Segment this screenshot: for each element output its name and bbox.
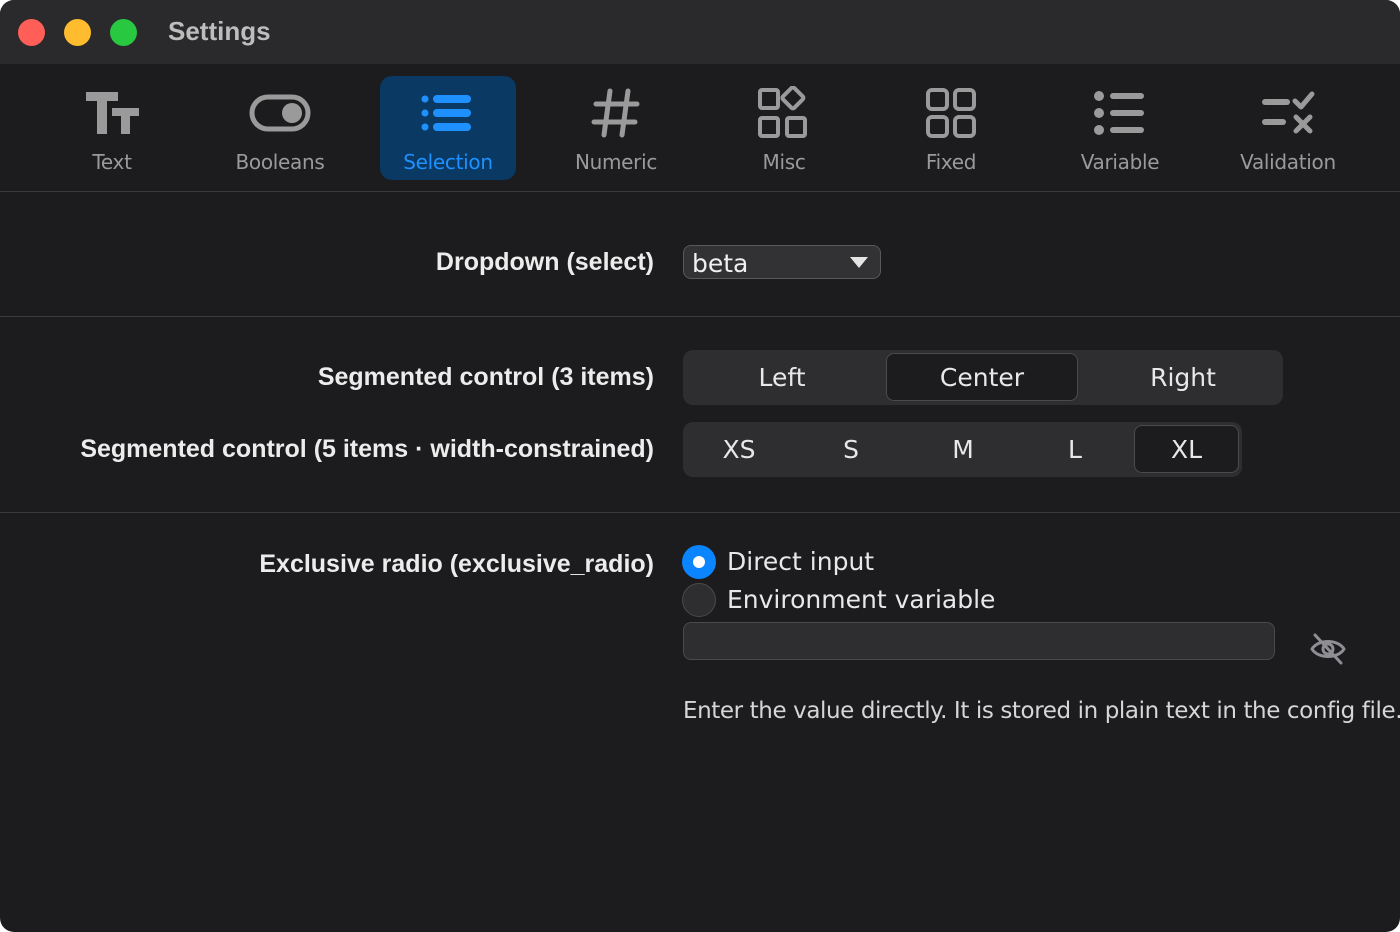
title-bar[interactable]: Settings bbox=[0, 0, 1400, 64]
dropdown-select[interactable]: beta bbox=[683, 245, 881, 279]
tab-booleans[interactable]: Booleans bbox=[212, 76, 348, 180]
hash-icon bbox=[548, 84, 684, 142]
window-title: Settings bbox=[168, 16, 271, 46]
toggle-icon bbox=[212, 84, 348, 142]
dropdown-value: beta bbox=[692, 249, 749, 278]
segment-xl[interactable]: XL bbox=[1134, 425, 1239, 473]
settings-window: Settings Text Booleans Selection Numeric… bbox=[0, 0, 1400, 932]
toolbar: Text Booleans Selection Numeric Misc Fix… bbox=[0, 64, 1400, 192]
tab-variable[interactable]: Variable bbox=[1052, 76, 1188, 180]
segment-left[interactable]: Left bbox=[686, 353, 878, 401]
segment-center[interactable]: Center bbox=[886, 353, 1078, 401]
segmented-control-3: Left Center Right bbox=[683, 350, 1283, 405]
radio-direct-input[interactable] bbox=[682, 545, 716, 579]
tab-selection[interactable]: Selection bbox=[380, 76, 516, 180]
text-format-icon bbox=[44, 84, 180, 142]
section-divider bbox=[0, 512, 1400, 513]
tab-label: Validation bbox=[1240, 150, 1336, 174]
eye-slash-icon[interactable] bbox=[1308, 631, 1348, 667]
segment-l[interactable]: L bbox=[1022, 425, 1128, 473]
tab-label: Misc bbox=[762, 150, 806, 174]
tab-label: Text bbox=[92, 150, 132, 174]
tab-text[interactable]: Text bbox=[44, 76, 180, 180]
segment-s[interactable]: S bbox=[798, 425, 904, 473]
grid-icon bbox=[883, 84, 1019, 142]
tab-label: Variable bbox=[1080, 150, 1160, 174]
tab-misc[interactable]: Misc bbox=[716, 76, 852, 180]
zoom-window-button[interactable] bbox=[110, 19, 137, 46]
tab-numeric[interactable]: Numeric bbox=[548, 76, 684, 180]
segmented5-label: Segmented control (5 items · width-const… bbox=[80, 435, 654, 463]
tab-label: Selection bbox=[403, 150, 493, 174]
tab-label: Fixed bbox=[925, 150, 977, 174]
section-divider bbox=[0, 316, 1400, 317]
segment-m[interactable]: M bbox=[910, 425, 1016, 473]
tab-label: Booleans bbox=[235, 150, 325, 174]
value-input[interactable] bbox=[683, 622, 1275, 660]
list-icon bbox=[380, 84, 516, 142]
radio-hint-text: Enter the value directly. It is stored i… bbox=[683, 698, 1400, 724]
radio-group-label: Exclusive radio (exclusive_radio) bbox=[259, 550, 654, 578]
chevron-down-icon bbox=[850, 257, 868, 268]
segmented-control-5: XS S M L XL bbox=[683, 422, 1242, 477]
segment-xs[interactable]: XS bbox=[686, 425, 792, 473]
radio-environment-variable[interactable] bbox=[682, 583, 716, 617]
checklist-icon bbox=[1220, 84, 1356, 142]
segmented3-label: Segmented control (3 items) bbox=[317, 363, 654, 391]
tab-fixed[interactable]: Fixed bbox=[883, 76, 1019, 180]
tab-label: Numeric bbox=[574, 150, 658, 174]
bullet-list-icon bbox=[1052, 84, 1188, 142]
tab-validation[interactable]: Validation bbox=[1220, 76, 1356, 180]
radio-direct-input-label[interactable]: Direct input bbox=[727, 547, 874, 576]
shapes-icon bbox=[716, 84, 852, 142]
segment-right[interactable]: Right bbox=[1087, 353, 1279, 401]
radio-environment-variable-label[interactable]: Environment variable bbox=[727, 585, 995, 614]
close-window-button[interactable] bbox=[18, 19, 45, 46]
dropdown-label: Dropdown (select) bbox=[435, 248, 654, 276]
minimize-window-button[interactable] bbox=[64, 19, 91, 46]
